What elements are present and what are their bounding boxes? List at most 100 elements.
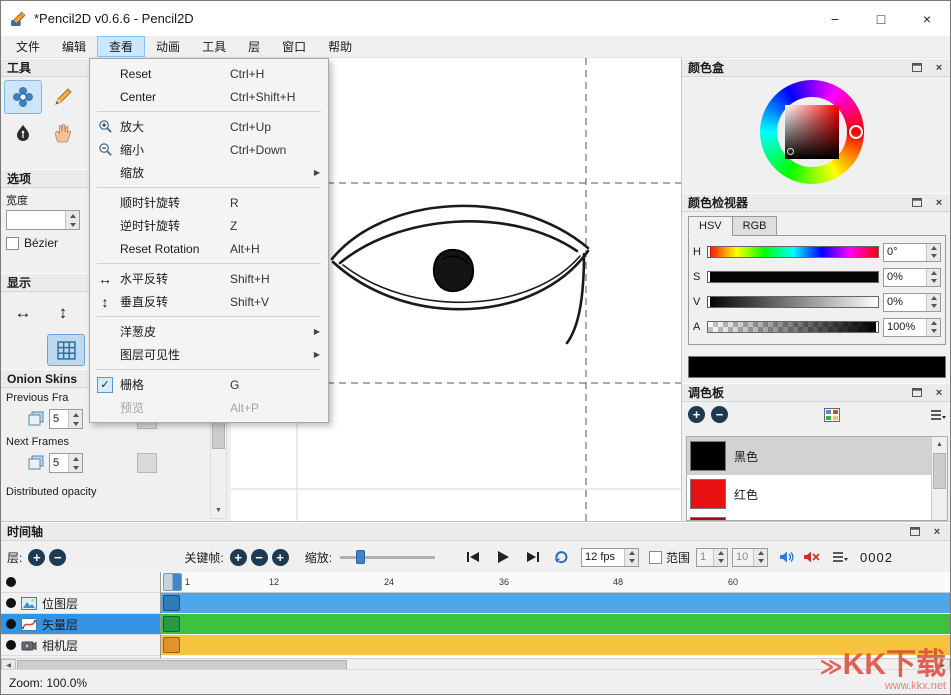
timeline-tracks[interactable]: 1 12 24 36 48 60 xyxy=(161,572,950,658)
menu-item-grid[interactable]: ✓栅格G xyxy=(90,373,328,396)
menu-item-center[interactable]: CenterCtrl+Shift+H xyxy=(90,85,328,108)
menu-item-zoom-out[interactable]: 缩小Ctrl+Down xyxy=(90,138,328,161)
layer-visibility-dot[interactable] xyxy=(6,598,16,608)
value-spinner[interactable]: 0% xyxy=(883,293,941,312)
menu-item-layer-visibility[interactable]: 图层可见性▶ xyxy=(90,343,328,366)
bezier-checkbox[interactable] xyxy=(6,237,19,250)
range-start-spinner[interactable]: 1 xyxy=(696,548,728,567)
prev-frames-spinner[interactable]: 5 xyxy=(49,409,83,429)
float-panel-icon[interactable] xyxy=(910,386,924,399)
slider-handle[interactable] xyxy=(356,550,365,564)
grid-toggle-button[interactable] xyxy=(47,334,85,366)
layer-list-menu-button[interactable] xyxy=(828,546,852,568)
menu-view[interactable]: 查看 xyxy=(97,36,145,57)
track-vector[interactable] xyxy=(161,614,950,635)
play-button[interactable] xyxy=(489,546,517,568)
playhead-cursor[interactable] xyxy=(163,573,182,591)
range-checkbox[interactable] xyxy=(649,551,662,564)
swatch-view-button[interactable] xyxy=(824,408,840,422)
next-frames-spinner[interactable]: 5 xyxy=(49,453,83,473)
menu-item-zoom-in[interactable]: 放大Ctrl+Up xyxy=(90,115,328,138)
palette-scrollbar[interactable]: ▲ xyxy=(931,437,947,520)
alpha-spinner-arrows[interactable] xyxy=(926,319,940,336)
hue-slider[interactable] xyxy=(707,246,879,258)
layer-visibility-dot[interactable] xyxy=(6,577,16,587)
palette-menu-button[interactable] xyxy=(930,409,946,421)
remove-color-button[interactable]: − xyxy=(711,406,728,423)
add-layer-button[interactable]: + xyxy=(28,549,45,566)
layer-row-camera[interactable]: 相机层 xyxy=(1,635,160,656)
hand-tool-button[interactable] xyxy=(44,116,82,150)
loop-button[interactable] xyxy=(549,546,573,568)
flip-vertical-button[interactable]: ↕ xyxy=(46,297,80,329)
tab-rgb[interactable]: RGB xyxy=(732,216,778,236)
next-onion-option-box[interactable] xyxy=(137,453,157,473)
saturation-spinner-arrows[interactable] xyxy=(926,269,940,286)
timeline-zoom-slider[interactable] xyxy=(340,549,435,565)
close-panel-icon[interactable]: × xyxy=(932,386,946,399)
tab-hsv[interactable]: HSV xyxy=(688,216,733,236)
layer-row-bitmap[interactable]: 位图层 xyxy=(1,593,160,614)
keyframe-cell[interactable] xyxy=(163,637,180,653)
palette-row-red[interactable]: 红色 xyxy=(687,475,947,513)
maximize-button[interactable]: □ xyxy=(858,1,904,36)
palette-row-darkred[interactable] xyxy=(687,513,947,521)
menu-help[interactable]: 帮助 xyxy=(317,36,363,57)
color-wheel[interactable] xyxy=(760,80,864,184)
saturation-slider[interactable] xyxy=(707,271,879,283)
duplicate-keyframe-button[interactable]: + xyxy=(272,549,289,566)
menu-item-rotate-cw[interactable]: 顺时针旋转R xyxy=(90,191,328,214)
alpha-spinner[interactable]: 100% xyxy=(883,318,941,337)
fps-spinner-arrows[interactable] xyxy=(624,549,638,566)
value-spinner-arrows[interactable] xyxy=(926,294,940,311)
menu-tools[interactable]: 工具 xyxy=(191,36,237,57)
menu-layer[interactable]: 层 xyxy=(237,36,271,57)
range-end-arrows[interactable] xyxy=(753,549,767,566)
float-panel-icon[interactable] xyxy=(908,525,922,538)
pen-tool-button[interactable] xyxy=(4,116,42,150)
pencil-tool-button[interactable] xyxy=(44,80,82,114)
menu-item-flip-horizontal[interactable]: ↔水平反转Shift+H xyxy=(90,267,328,290)
width-spinner-arrows[interactable] xyxy=(65,211,79,229)
track-camera[interactable] xyxy=(161,635,950,656)
hue-cursor[interactable] xyxy=(849,125,863,139)
previous-frame-button[interactable] xyxy=(461,546,485,568)
menu-edit[interactable]: 编辑 xyxy=(51,36,97,57)
track-bitmap[interactable] xyxy=(161,593,950,614)
next-frames-arrows[interactable] xyxy=(68,454,82,472)
saturation-spinner[interactable]: 0% xyxy=(883,268,941,287)
sound-scrub-button[interactable] xyxy=(800,546,824,568)
close-panel-icon[interactable]: × xyxy=(932,196,946,209)
float-panel-icon[interactable] xyxy=(910,196,924,209)
scroll-up-button[interactable]: ▲ xyxy=(932,437,947,452)
menu-item-rotate-ccw[interactable]: 逆时针旋转Z xyxy=(90,214,328,237)
menu-item-onion-skins[interactable]: 洋葱皮▶ xyxy=(90,320,328,343)
hue-spinner[interactable]: 0° xyxy=(883,243,941,262)
menu-window[interactable]: 窗口 xyxy=(271,36,317,57)
prev-frames-arrows[interactable] xyxy=(68,410,82,428)
next-frame-button[interactable] xyxy=(521,546,545,568)
minimize-button[interactable]: − xyxy=(812,1,858,36)
flip-horizontal-button[interactable]: ↔ xyxy=(6,297,40,329)
keyframe-cell[interactable] xyxy=(163,595,180,611)
menu-file[interactable]: 文件 xyxy=(5,36,51,57)
menu-animation[interactable]: 动画 xyxy=(145,36,191,57)
layer-visibility-dot[interactable] xyxy=(6,619,16,629)
hue-spinner-arrows[interactable] xyxy=(926,244,940,261)
menu-item-zoom-submenu[interactable]: 缩放▶ xyxy=(90,161,328,184)
float-panel-icon[interactable] xyxy=(910,61,924,74)
menu-item-reset-rotation[interactable]: Reset RotationAlt+H xyxy=(90,237,328,260)
move-tool-button[interactable] xyxy=(4,80,42,114)
remove-keyframe-button[interactable]: − xyxy=(251,549,268,566)
menu-item-reset[interactable]: ResetCtrl+H xyxy=(90,62,328,85)
menu-item-preview[interactable]: 预览Alt+P xyxy=(90,396,328,419)
menu-item-flip-vertical[interactable]: ↕垂直反转Shift+V xyxy=(90,290,328,313)
range-start-arrows[interactable] xyxy=(713,549,727,566)
scrollbar-thumb[interactable] xyxy=(933,453,946,489)
alpha-slider[interactable] xyxy=(707,321,879,333)
scroll-down-button[interactable]: ▼ xyxy=(211,503,226,518)
value-slider[interactable] xyxy=(707,296,879,308)
sv-cursor[interactable] xyxy=(787,148,794,155)
keyframe-cell[interactable] xyxy=(163,616,180,632)
close-panel-icon[interactable]: × xyxy=(932,61,946,74)
